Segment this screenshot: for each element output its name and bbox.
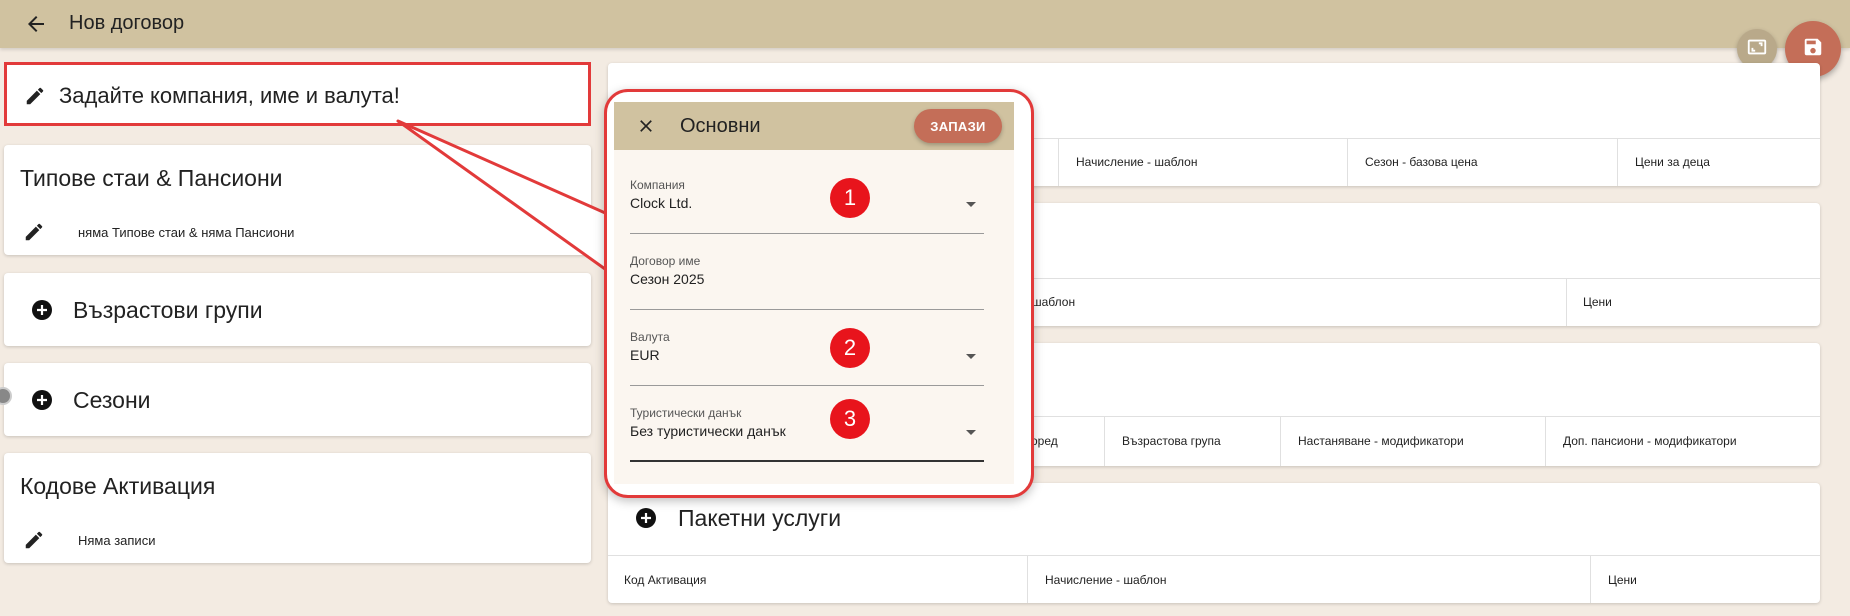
field-value: Без туристически данък	[630, 423, 786, 439]
company-select[interactable]: Компания Clock Ltd.	[630, 178, 984, 234]
chevron-down-icon[interactable]	[966, 354, 976, 359]
dialog-title: Основни	[680, 115, 761, 137]
field-label: Валута	[630, 330, 670, 344]
step-badge-3: 3	[830, 399, 870, 439]
basic-settings-dialog: Основни ЗАПАЗИ Компания Clock Ltd. Догов…	[614, 102, 1014, 484]
field-underline	[630, 460, 984, 462]
close-icon[interactable]	[636, 116, 656, 136]
field-label: Договор име	[630, 254, 701, 268]
step-badge-2: 2	[830, 328, 870, 368]
dialog-header: Основни ЗАПАЗИ	[614, 102, 1014, 150]
field-label: Туристически данък	[630, 406, 742, 420]
save-button[interactable]: ЗАПАЗИ	[914, 109, 1002, 143]
chevron-down-icon[interactable]	[966, 430, 976, 435]
field-value: EUR	[630, 347, 660, 363]
currency-select[interactable]: Валута EUR	[630, 330, 984, 386]
tourist-tax-select[interactable]: Туристически данък Без туристически данъ…	[630, 406, 984, 462]
step-badge-1: 1	[830, 178, 870, 218]
chevron-down-icon[interactable]	[966, 202, 976, 207]
contract-name-field[interactable]: Договор име Сезон 2025	[630, 254, 984, 310]
field-value: Сезон 2025	[630, 271, 705, 287]
field-underline	[630, 233, 984, 234]
field-label: Компания	[630, 178, 685, 192]
field-underline	[630, 385, 984, 386]
field-underline	[630, 309, 984, 310]
field-value: Clock Ltd.	[630, 195, 693, 211]
